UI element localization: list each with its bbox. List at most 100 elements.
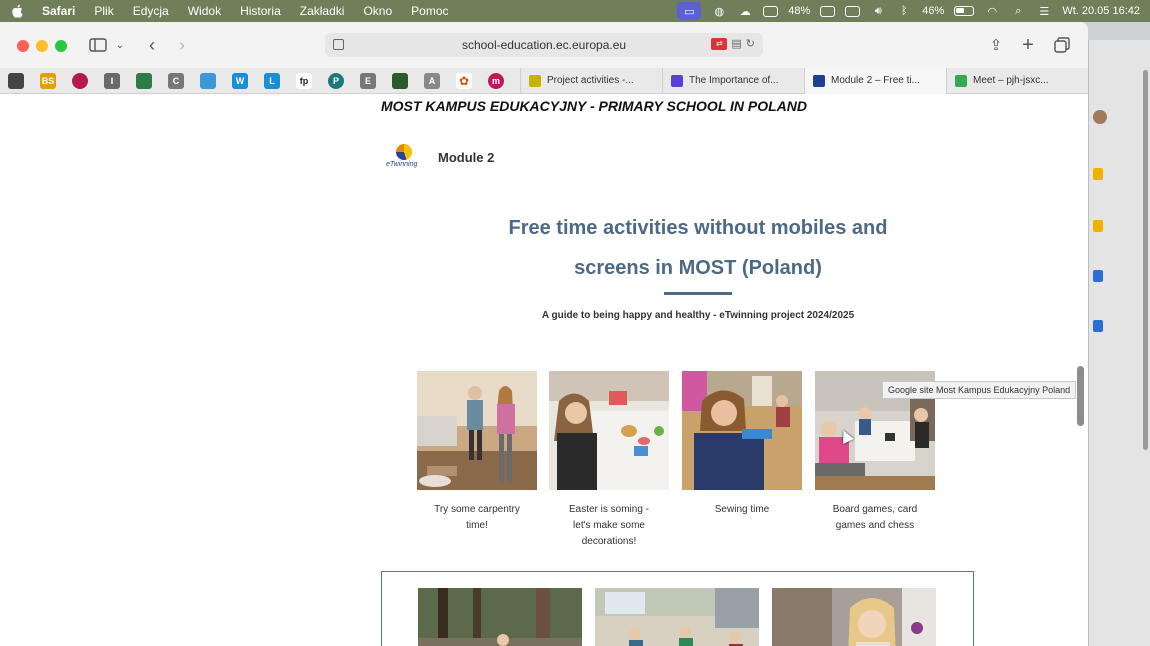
tab-favicon-icon — [955, 74, 967, 87]
favorite-fp-icon[interactable]: fp — [296, 72, 312, 89]
module-title: Module 2 — [438, 149, 495, 165]
menu-history[interactable]: Historia — [240, 4, 281, 18]
app-icon — [1093, 220, 1103, 232]
minimize-window-button[interactable] — [36, 40, 48, 52]
hero-subtitle: A guide to being happy and healthy - eTw… — [541, 310, 855, 321]
favorite-grid-icon[interactable] — [200, 72, 216, 89]
address-bar[interactable]: school-education.ec.europa.eu ⇄ ▤ ↻ — [325, 33, 763, 57]
classroom-photo[interactable] — [595, 588, 759, 646]
girl-portrait-photo[interactable] — [772, 588, 936, 646]
title-divider — [664, 292, 732, 295]
favorites-and-tabs-bar: BS I C W L fp P E A ✿ m Project activiti… — [0, 67, 1088, 94]
reload-icon[interactable]: ↻ — [746, 37, 755, 50]
activity-card-sewing[interactable]: Sewing time — [682, 371, 802, 518]
menu-window[interactable]: Okno — [363, 4, 392, 18]
favorite-star-icon[interactable] — [72, 72, 88, 89]
module-header: eTwinning Module 2 — [386, 142, 494, 172]
school-header: MOST KAMPUS EDUKACYJNY - PRIMARY SCHOOL … — [381, 98, 808, 114]
reader-icon[interactable]: ▤ — [731, 37, 741, 50]
tab-label: Meet – pjh-jsxc... — [973, 75, 1049, 86]
page-scrollbar[interactable] — [1077, 102, 1084, 642]
card-caption: Board games, card games and chess — [832, 504, 918, 531]
sidebar-toggle-icon[interactable] — [88, 34, 108, 56]
hero-title-line-1: Free time activities without mobiles and — [508, 217, 888, 239]
tab-favicon-icon — [671, 74, 683, 87]
menu-bookmarks[interactable]: Zakładki — [300, 4, 345, 18]
control-center-icon[interactable]: ☰ — [1036, 5, 1052, 18]
card-caption: Try some carpentry time! — [434, 504, 520, 531]
zoom-window-button[interactable] — [55, 40, 67, 52]
favorite-e-icon[interactable]: E — [360, 72, 376, 89]
battery-percent: 46% — [922, 5, 945, 17]
favorite-apps-icon[interactable] — [136, 72, 152, 89]
menu-bar: Safari Plik Edycja Widok Historia Zakład… — [0, 0, 1150, 22]
tab-favicon-icon — [813, 74, 825, 87]
page-menu-icon[interactable] — [333, 39, 344, 50]
new-tab-icon[interactable]: + — [1018, 34, 1038, 56]
menubar-clock[interactable]: Wt. 20.05 16:42 — [1062, 5, 1140, 17]
app-icon — [1093, 168, 1103, 180]
search-icon[interactable]: ⌕ — [1010, 5, 1026, 17]
avatar-icon — [1093, 110, 1107, 124]
window-icon[interactable] — [820, 5, 836, 17]
forest-photo[interactable] — [418, 588, 582, 646]
tab-overview-icon[interactable] — [1052, 34, 1072, 56]
favorite-i-icon[interactable]: I — [104, 72, 120, 89]
favorite-c-icon[interactable]: C — [168, 72, 184, 89]
screen-share-icon[interactable]: ▭ — [677, 2, 702, 20]
apple-icon[interactable] — [10, 4, 24, 18]
browser-toolbar: ⌄ ‹ › school-education.ec.europa.eu ⇄ ▤ … — [0, 22, 1088, 68]
forward-button[interactable]: › — [172, 34, 192, 56]
back-button[interactable]: ‹ — [142, 34, 162, 56]
activity-card-carpentry[interactable]: Try some carpentry time! — [417, 371, 537, 534]
favorite-flower-icon[interactable]: ✿ — [456, 72, 472, 89]
cpu-monitor-icon[interactable] — [763, 5, 779, 17]
menu-view[interactable]: Widok — [188, 4, 221, 18]
tab-label: Module 2 – Free ti... — [831, 75, 920, 86]
cloud-icon[interactable]: ☁ — [737, 5, 753, 18]
cpu-percent: 48% — [788, 5, 811, 17]
favorite-w-icon[interactable]: W — [232, 72, 248, 89]
share-icon[interactable]: ⇪ — [986, 34, 1006, 56]
card-caption: Sewing time — [714, 504, 770, 515]
volume-icon[interactable]: 🔊︎ — [870, 5, 886, 17]
hero-title-line-2: screens in MOST (Poland) — [574, 257, 822, 279]
activity-card-easter[interactable]: Easter is soming - let's make some decor… — [549, 371, 669, 550]
menu-app-name[interactable]: Safari — [42, 4, 75, 18]
link-tooltip: Google site Most Kampus Edukacyjny Polan… — [882, 381, 1077, 399]
wifi-icon[interactable]: ◠ — [984, 5, 1000, 18]
display-icon[interactable] — [845, 5, 861, 17]
favorite-qr2-icon[interactable] — [392, 72, 408, 89]
menu-help[interactable]: Pomoc — [411, 4, 448, 18]
sewing-photo[interactable] — [682, 371, 802, 490]
favorite-l-icon[interactable]: L — [264, 72, 280, 89]
hero-title: Free time activities without mobiles and… — [480, 208, 916, 288]
carpentry-photo[interactable] — [417, 371, 537, 490]
web-page: MOST KAMPUS EDUKACYJNY - PRIMARY SCHOOL … — [0, 94, 1088, 646]
bluetooth-icon[interactable]: ᛒ — [896, 5, 912, 17]
favorite-a-icon[interactable]: A — [424, 72, 440, 89]
tab-meet[interactable]: Meet – pjh-jsxc... — [946, 67, 1088, 94]
favorite-m-icon[interactable]: m — [488, 72, 504, 89]
chevron-down-icon[interactable]: ⌄ — [114, 34, 126, 56]
tab-module-2[interactable]: Module 2 – Free ti... — [804, 67, 946, 94]
background-window[interactable] — [1088, 40, 1150, 646]
tab-importance[interactable]: The Importance of... — [662, 67, 804, 94]
background-scrollbar — [1143, 70, 1148, 450]
favorite-p-icon[interactable]: P — [328, 72, 344, 89]
battery-icon[interactable] — [954, 6, 975, 16]
favorite-qr-icon[interactable] — [8, 72, 24, 89]
card-caption: Easter is soming - let's make some decor… — [568, 504, 650, 547]
close-window-button[interactable] — [17, 40, 29, 52]
tab-project-activities[interactable]: Project activities -... — [520, 67, 662, 94]
translate-icon[interactable]: ⇄ — [711, 37, 728, 50]
tab-favicon-icon — [529, 74, 541, 87]
scrollbar-thumb[interactable] — [1077, 366, 1084, 426]
menu-file[interactable]: Plik — [94, 4, 113, 18]
app-icon — [1093, 320, 1103, 332]
url-text[interactable]: school-education.ec.europa.eu — [462, 38, 626, 52]
menu-edit[interactable]: Edycja — [133, 4, 169, 18]
favorite-bs-icon[interactable]: BS — [40, 72, 56, 89]
easter-photo[interactable] — [549, 371, 669, 490]
shield-check-icon[interactable]: ◍ — [711, 5, 727, 18]
